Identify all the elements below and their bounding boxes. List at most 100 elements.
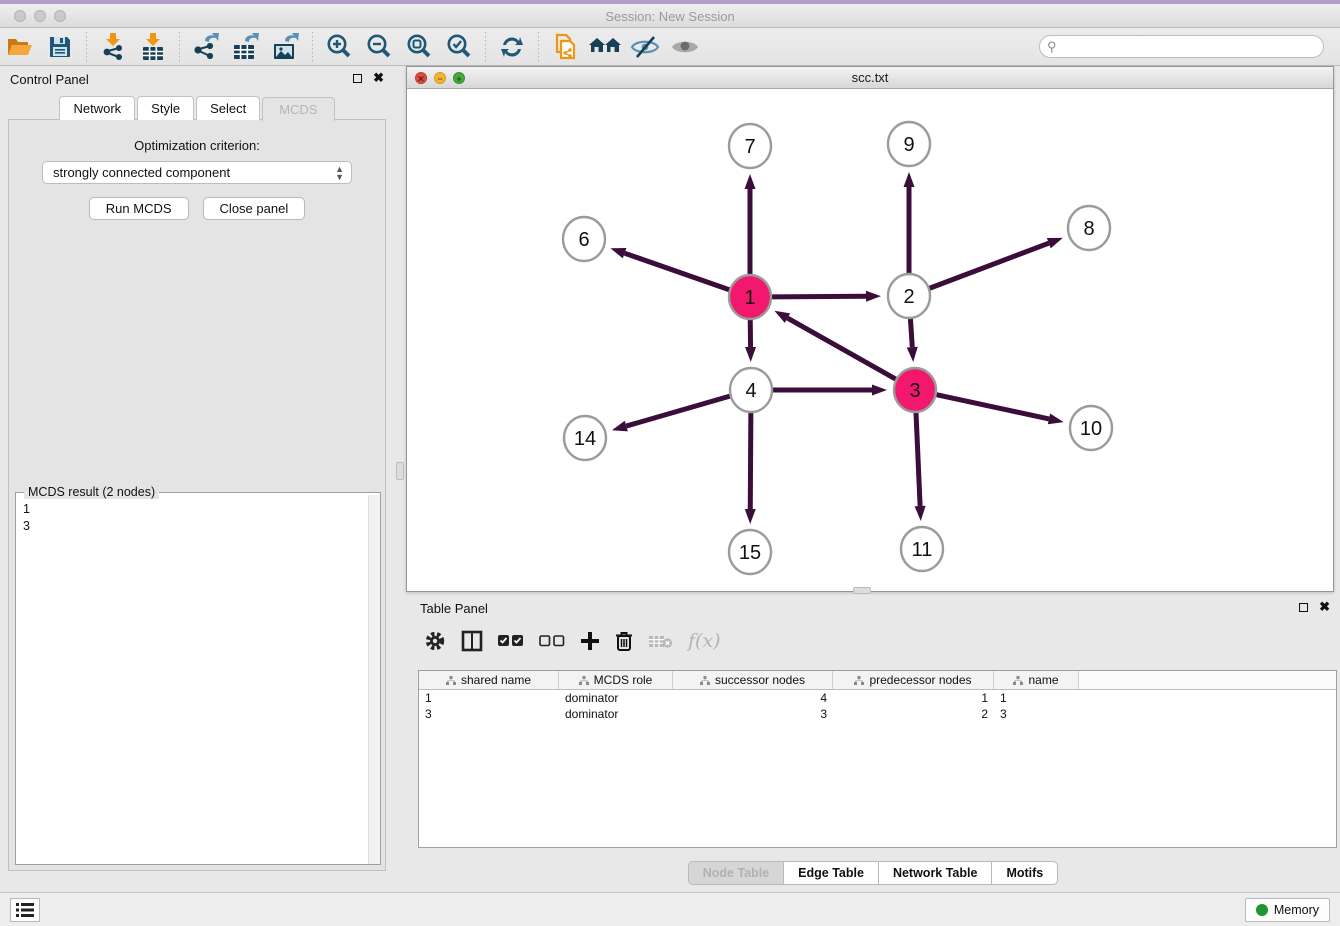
edge-3-1[interactable]	[787, 318, 895, 379]
close-panel-icon[interactable]: ✖	[373, 70, 384, 86]
table-cell[interactable]: 1	[994, 690, 1079, 706]
graph-node-3[interactable]: 3	[894, 368, 936, 412]
import-network-icon[interactable]	[96, 31, 130, 63]
graph-node-2[interactable]: 2	[888, 274, 930, 318]
table-cell[interactable]: 1	[419, 690, 559, 706]
table-cell[interactable]: 2	[833, 706, 994, 722]
graph-node-7[interactable]: 7	[729, 124, 771, 168]
svg-text:14: 14	[574, 428, 596, 450]
edge-3-11[interactable]	[916, 412, 920, 506]
tab-motifs[interactable]: Motifs	[991, 861, 1058, 885]
network-window-titlebar[interactable]: ✕ − + scc.txt	[407, 67, 1333, 89]
close-table-panel-icon[interactable]: ✖	[1319, 599, 1330, 615]
edge-3-10[interactable]	[937, 395, 1049, 419]
edge-2-8[interactable]	[930, 243, 1049, 288]
result-scrollbar[interactable]	[368, 495, 380, 864]
dropdown-stepper-icon: ▲▼	[335, 165, 344, 181]
memory-status-icon	[1256, 904, 1268, 916]
export-image-icon[interactable]	[269, 31, 303, 63]
table-cell[interactable]: dominator	[559, 690, 673, 706]
control-panel-header: Control Panel ✖	[0, 66, 394, 92]
table-cell[interactable]: 4	[673, 690, 833, 706]
table-cell[interactable]: 3	[673, 706, 833, 722]
edge-1-2[interactable]	[772, 296, 866, 297]
column-header-name[interactable]: name	[994, 671, 1079, 689]
graph-node-10[interactable]: 10	[1070, 406, 1112, 450]
add-row-icon[interactable]	[580, 631, 600, 651]
edge-arrowhead	[610, 248, 626, 258]
zoom-out-icon[interactable]	[362, 31, 396, 63]
table-header-row: shared nameMCDS rolesuccessor nodesprede…	[419, 671, 1336, 690]
status-bar: Memory	[0, 892, 1340, 926]
home-icon[interactable]	[588, 31, 622, 63]
tab-select[interactable]: Select	[196, 96, 260, 120]
control-panel: Control Panel ✖ NetworkStyleSelectMCDS O…	[0, 66, 394, 892]
table-settings-gear-icon[interactable]	[424, 630, 446, 652]
graph-node-4[interactable]: 4	[730, 368, 772, 412]
edge-1-6[interactable]	[625, 253, 730, 290]
graph-node-14[interactable]: 14	[564, 416, 606, 460]
table-cell[interactable]: dominator	[559, 706, 673, 722]
split-divider-handle[interactable]	[853, 587, 871, 594]
column-header-shared-name[interactable]: shared name	[419, 671, 559, 689]
tab-edge-table[interactable]: Edge Table	[783, 861, 879, 885]
svg-text:6: 6	[578, 229, 589, 251]
export-network-icon[interactable]	[189, 31, 223, 63]
hide-eye-icon[interactable]	[628, 31, 662, 63]
edge-4-15[interactable]	[750, 412, 751, 509]
tab-mcds[interactable]: MCDS	[262, 97, 334, 121]
float-panel-icon[interactable]	[353, 74, 362, 83]
refresh-icon[interactable]	[495, 31, 529, 63]
network-graph-canvas[interactable]: 1 2 3 4 6 7 8 9 10 11 14 15	[407, 89, 1333, 591]
tab-network-table[interactable]: Network Table	[878, 861, 993, 885]
tab-network[interactable]: Network	[59, 96, 135, 120]
open-folder-icon[interactable]	[3, 31, 37, 63]
edge-4-14[interactable]	[626, 396, 730, 426]
show-eye-icon[interactable]	[668, 31, 702, 63]
svg-text:3: 3	[909, 380, 920, 402]
graph-node-1[interactable]: 1	[729, 275, 771, 319]
function-builder-icon: f(x)	[688, 630, 721, 652]
graph-node-6[interactable]: 6	[563, 217, 605, 261]
mcds-panel: Optimization criterion: strongly connect…	[8, 119, 386, 871]
tab-node-table[interactable]: Node Table	[688, 861, 784, 885]
delete-row-trash-icon[interactable]	[615, 631, 633, 652]
table-cell[interactable]: 3	[994, 706, 1079, 722]
save-icon[interactable]	[43, 31, 77, 63]
task-history-icon[interactable]	[10, 898, 40, 922]
column-header-predecessor-nodes[interactable]: predecessor nodes	[833, 671, 994, 689]
split-divider-handle[interactable]	[396, 462, 404, 480]
table-row[interactable]: 1dominator411	[419, 690, 1336, 706]
split-columns-icon[interactable]	[461, 630, 483, 652]
close-panel-button[interactable]: Close panel	[203, 197, 306, 220]
column-header-successor-nodes[interactable]: successor nodes	[673, 671, 833, 689]
deselect-all-icon[interactable]	[539, 634, 565, 648]
mcds-result-list[interactable]: 1 3	[16, 495, 368, 864]
float-table-panel-icon[interactable]	[1299, 603, 1308, 612]
copy-network-icon[interactable]	[548, 31, 582, 63]
graph-node-11[interactable]: 11	[901, 527, 943, 571]
export-table-icon[interactable]	[229, 31, 263, 63]
select-all-icon[interactable]	[498, 634, 524, 648]
network-window: ✕ − + scc.txt 1 2 3 4 6 7 8 9 10 11 14 15	[406, 66, 1334, 592]
zoom-in-icon[interactable]	[322, 31, 356, 63]
zoom-selected-icon[interactable]	[442, 31, 476, 63]
graph-node-15[interactable]: 15	[729, 530, 771, 574]
table-row[interactable]: 3dominator323	[419, 706, 1336, 722]
zoom-fit-icon[interactable]	[402, 31, 436, 63]
search-input[interactable]	[1039, 35, 1324, 58]
table-cell[interactable]: 1	[833, 690, 994, 706]
import-table-icon[interactable]	[136, 31, 170, 63]
table-cell[interactable]: 3	[419, 706, 559, 722]
table-panel-title: Table Panel	[420, 601, 488, 616]
run-mcds-button[interactable]: Run MCDS	[89, 197, 189, 220]
graph-node-9[interactable]: 9	[888, 122, 930, 166]
column-header-MCDS-role[interactable]: MCDS role	[559, 671, 673, 689]
tab-style[interactable]: Style	[137, 96, 194, 120]
memory-button[interactable]: Memory	[1245, 898, 1330, 922]
app-titlebar: Session: New Session	[0, 4, 1340, 28]
edge-2-3[interactable]	[910, 318, 912, 347]
criterion-dropdown[interactable]: strongly connected component ▲▼	[42, 161, 352, 184]
graph-node-8[interactable]: 8	[1068, 206, 1110, 250]
toolbar-separator	[485, 32, 486, 62]
